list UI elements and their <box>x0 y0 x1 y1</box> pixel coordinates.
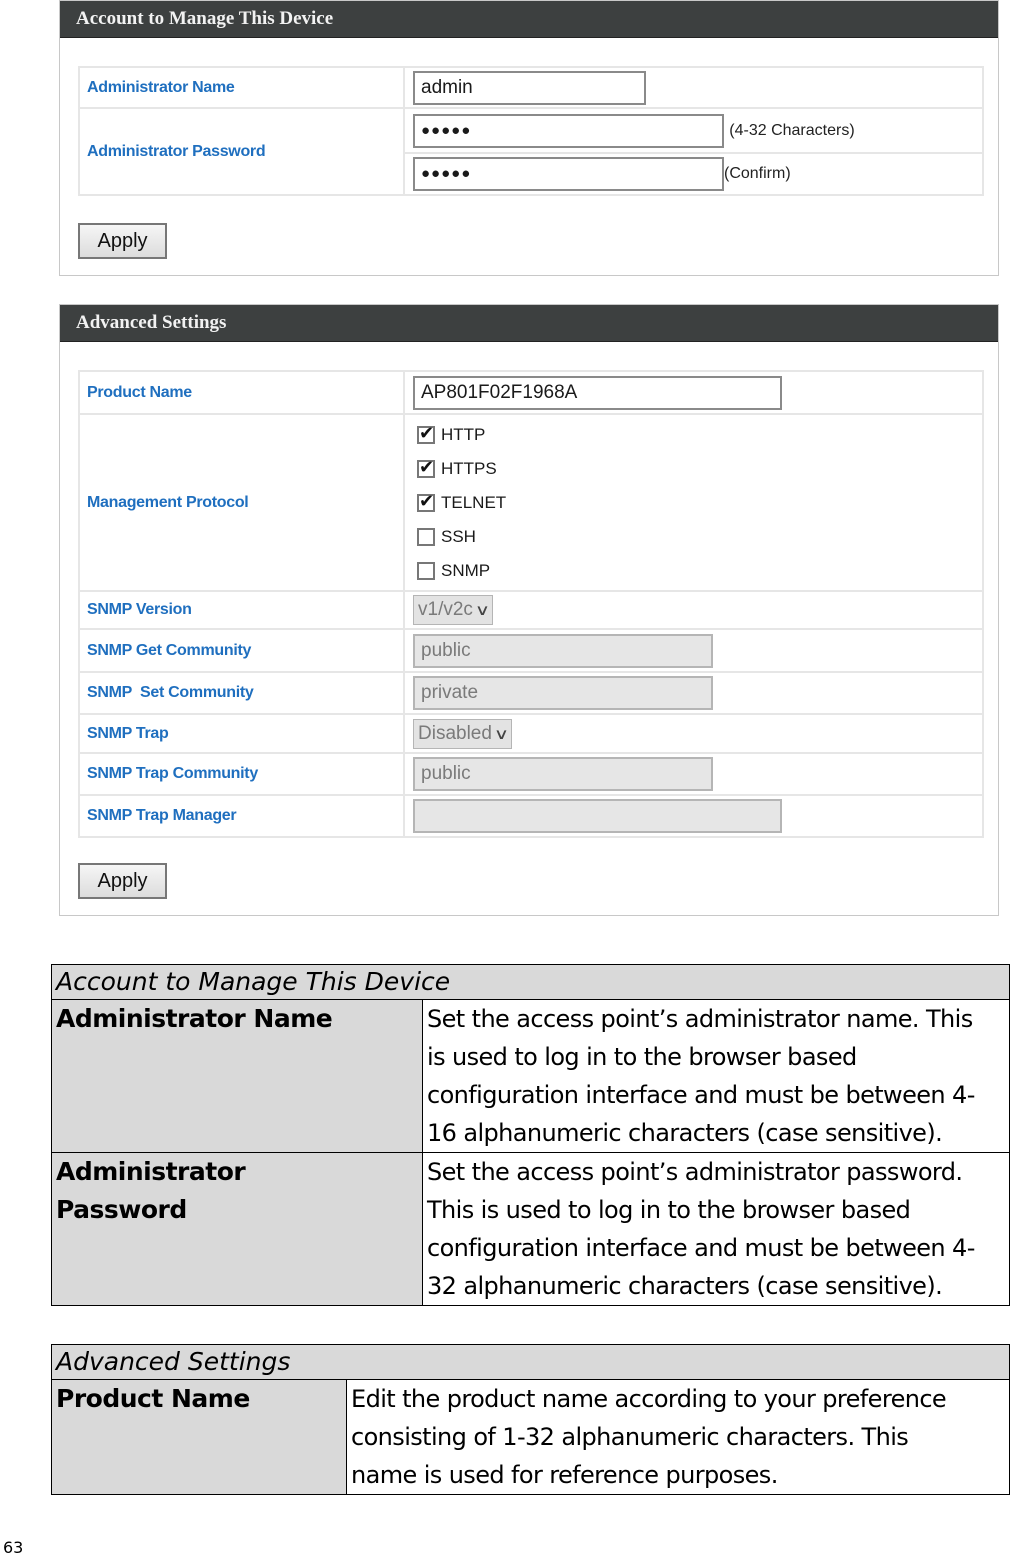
confirm-hint: (Confirm) <box>724 165 791 182</box>
page-number: 63 <box>3 1538 24 1557</box>
chevron-down-icon: ∨ <box>493 725 510 743</box>
admin-password-confirm-input[interactable]: ●●●●● <box>413 157 724 191</box>
admin-name-label: Administrator Name <box>78 66 405 109</box>
snmp-version-label: SNMP Version <box>78 590 405 630</box>
doc-description: Set the access point’s administrator nam… <box>422 999 1010 1153</box>
protocol-https[interactable]: HTTPS <box>417 452 982 486</box>
account-description-heading: Account to Manage This Device <box>51 964 1010 1000</box>
protocol-http[interactable]: HTTP <box>417 418 982 452</box>
snmp-checkbox[interactable] <box>417 561 435 580</box>
ssh-label: SSH <box>441 526 476 546</box>
protocol-telnet[interactable]: TELNET <box>417 486 982 520</box>
snmp-trap-select[interactable]: Disabled ∨ <box>413 718 512 749</box>
chevron-down-icon: ∨ <box>474 602 491 619</box>
admin-password-label: Administrator Password <box>78 107 405 196</box>
doc-term: Administrator Password <box>51 1152 423 1306</box>
snmp-get-community-label: SNMP Get Community <box>78 628 405 673</box>
management-protocol-label: Management Protocol <box>78 413 405 592</box>
telnet-checkbox[interactable] <box>417 491 435 512</box>
http-checkbox[interactable] <box>417 423 435 444</box>
https-label: HTTPS <box>441 458 497 478</box>
account-panel-title: Account to Manage This Device <box>60 1 998 38</box>
account-form: Administrator Name admin Administrator P… <box>78 66 984 196</box>
product-name-label: Product Name <box>78 370 405 415</box>
doc-term: Administrator Name <box>51 999 423 1153</box>
snmp-trap-community-input[interactable]: public <box>413 757 713 791</box>
advanced-panel-title: Advanced Settings <box>60 305 998 342</box>
advanced-description-table: Advanced Settings Product Name Edit the … <box>51 1344 1010 1495</box>
doc-description: Set the access point’s administrator pas… <box>422 1152 1010 1306</box>
https-checkbox[interactable] <box>417 457 435 478</box>
snmp-trap-value: Disabled <box>418 722 492 744</box>
snmp-version-select[interactable]: v1/v2c ∨ <box>413 595 493 625</box>
advanced-apply-button[interactable]: Apply <box>78 863 167 899</box>
password-hint: (4-32 Characters) <box>729 121 855 139</box>
snmp-set-community-label: SNMP Set Community <box>78 671 405 715</box>
snmp-trap-label: SNMP Trap <box>78 713 405 754</box>
protocol-snmp[interactable]: SNMP <box>417 554 982 588</box>
snmp-label: SNMP <box>441 560 491 580</box>
http-label: HTTP <box>441 424 486 444</box>
doc-term: Product Name <box>51 1379 347 1495</box>
telnet-label: TELNET <box>441 492 507 512</box>
advanced-settings-panel: Advanced Settings Product Name AP801F02F… <box>59 304 999 916</box>
snmp-trap-community-label: SNMP Trap Community <box>78 752 405 796</box>
advanced-form: Product Name AP801F02F1968A Management P… <box>78 370 984 838</box>
snmp-trap-manager-label: SNMP Trap Manager <box>78 794 405 838</box>
account-panel: Account to Manage This Device Administra… <box>59 0 999 276</box>
protocol-ssh[interactable]: SSH <box>417 520 982 554</box>
ssh-checkbox[interactable] <box>417 527 435 546</box>
product-name-input[interactable]: AP801F02F1968A <box>413 375 782 410</box>
admin-password-input[interactable]: ●●●●● <box>413 113 724 148</box>
snmp-version-value: v1/v2c <box>418 599 473 620</box>
account-apply-button[interactable]: Apply <box>78 223 167 259</box>
advanced-description-heading: Advanced Settings <box>51 1344 1010 1380</box>
account-description-table: Account to Manage This Device Administra… <box>51 964 1010 1306</box>
doc-description: Edit the product name according to your … <box>346 1379 1010 1495</box>
snmp-get-community-input[interactable]: public <box>413 633 713 668</box>
snmp-set-community-input[interactable]: private <box>413 676 713 710</box>
admin-name-input[interactable]: admin <box>413 70 646 105</box>
snmp-trap-manager-input[interactable] <box>413 799 782 833</box>
